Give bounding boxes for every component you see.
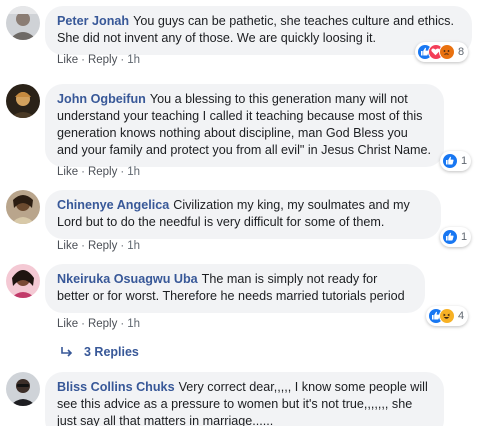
separator: · xyxy=(81,166,85,178)
comment-bubble: John Ogbeifun You a blessing to this gene… xyxy=(45,84,444,167)
separator: · xyxy=(120,240,125,252)
comment-actions: Like · Reply · 1h xyxy=(57,240,140,252)
comment-bubble: Peter Jonah You guys can be pathetic, she… xyxy=(45,6,472,55)
comment-author[interactable]: Chinenye Angelica xyxy=(57,198,169,212)
reply-button[interactable]: Reply xyxy=(88,166,117,178)
reaction-summary[interactable]: 1 xyxy=(440,151,472,171)
separator: · xyxy=(120,166,125,178)
timestamp[interactable]: 1h xyxy=(127,166,140,178)
reaction-summary[interactable]: 1 xyxy=(440,227,472,247)
like-button[interactable]: Like xyxy=(57,166,78,178)
avatar[interactable] xyxy=(6,6,40,40)
reaction-count: 4 xyxy=(458,310,465,322)
avatar[interactable] xyxy=(6,372,40,406)
comment-author[interactable]: Bliss Collins Chuks xyxy=(57,380,175,394)
reaction-summary[interactable]: 8 xyxy=(415,42,469,62)
timestamp[interactable]: 1h xyxy=(127,318,140,330)
reply-arrow-icon xyxy=(61,347,73,357)
comment-author[interactable]: Nkeiruka Osuagwu Uba xyxy=(57,272,198,286)
comment-bubble: Bliss Collins Chuks Very correct dear,,,,… xyxy=(45,372,444,426)
comment-author[interactable]: John Ogbeifun xyxy=(57,92,146,106)
comment-feed: Peter Jonah You guys can be pathetic, she… xyxy=(0,0,494,426)
separator: · xyxy=(120,318,125,330)
like-icon xyxy=(442,153,458,169)
comment-actions: Like · Reply · 1h xyxy=(57,318,140,330)
like-icon xyxy=(442,229,458,245)
like-button[interactable]: Like xyxy=(57,240,78,252)
separator: · xyxy=(81,318,85,330)
timestamp[interactable]: 1h xyxy=(127,240,140,252)
reaction-count: 8 xyxy=(458,46,465,58)
separator: · xyxy=(120,54,125,66)
timestamp[interactable]: 1h xyxy=(127,54,140,66)
like-button[interactable]: Like xyxy=(57,318,78,330)
separator: · xyxy=(81,54,85,66)
comment-actions: Like · Reply · 1h xyxy=(57,166,140,178)
angry-icon xyxy=(439,44,455,60)
avatar[interactable] xyxy=(6,84,40,118)
like-button[interactable]: Like xyxy=(57,54,78,66)
reply-button[interactable]: Reply xyxy=(88,240,117,252)
avatar[interactable] xyxy=(6,264,40,298)
comment-actions: Like · Reply · 1h xyxy=(57,54,140,66)
view-replies-link[interactable]: 3 Replies xyxy=(60,345,139,359)
haha-icon xyxy=(439,308,455,324)
separator: · xyxy=(81,240,85,252)
reply-button[interactable]: Reply xyxy=(88,318,117,330)
reaction-count: 1 xyxy=(461,231,468,243)
avatar[interactable] xyxy=(6,190,40,224)
comment-bubble: Nkeiruka Osuagwu Uba The man is simply no… xyxy=(45,264,425,313)
reaction-count: 1 xyxy=(461,155,468,167)
comment-author[interactable]: Peter Jonah xyxy=(57,14,129,28)
comment-bubble: Chinenye Angelica Civilization my king, m… xyxy=(45,190,441,239)
replies-count: 3 Replies xyxy=(84,345,139,359)
reply-button[interactable]: Reply xyxy=(88,54,117,66)
reaction-summary[interactable]: 4 xyxy=(426,306,469,326)
